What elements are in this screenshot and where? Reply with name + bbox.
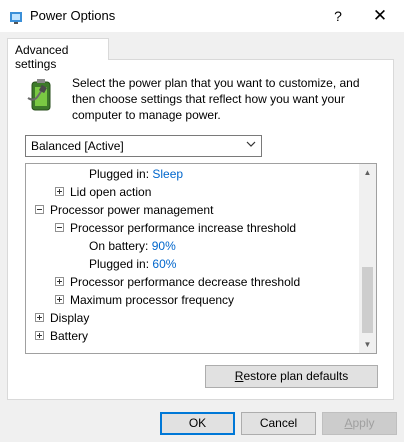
expand-icon[interactable]	[55, 187, 64, 197]
scrollbar-thumb[interactable]	[362, 267, 373, 333]
tab-label: Advanced settings	[15, 43, 69, 71]
window-title: Power Options	[30, 8, 116, 23]
title-bar: Power Options ? ✕	[0, 0, 404, 32]
tree-row-lid-plugged-in[interactable]: Plugged in: Sleep	[89, 165, 183, 183]
setting-value-link[interactable]: 90%	[152, 239, 176, 253]
tree-row-display[interactable]: Display	[35, 309, 89, 327]
setting-label: Plugged in:	[89, 167, 150, 181]
battery-plug-icon	[27, 79, 51, 111]
scroll-down-icon[interactable]: ▼	[359, 336, 376, 353]
power-plan-select[interactable]: Balanced [Active]	[25, 135, 262, 157]
button-label: pply	[352, 416, 375, 430]
restore-plan-defaults-button[interactable]: Restore plan defaults	[205, 365, 378, 388]
power-plan-selected: Balanced [Active]	[31, 139, 124, 153]
settings-tree[interactable]: Plugged in: Sleep Lid open action Proces…	[25, 163, 377, 354]
expand-icon[interactable]	[55, 295, 64, 305]
vertical-scrollbar[interactable]: ▲ ▼	[359, 164, 376, 353]
access-key: A	[344, 416, 353, 430]
setting-label: On battery:	[89, 239, 149, 253]
collapse-icon[interactable]	[35, 205, 44, 215]
tab-advanced-settings[interactable]: Advanced settings	[7, 38, 109, 71]
tree-row-processor-power[interactable]: Processor power management	[35, 201, 213, 219]
button-label: estore plan defaults	[243, 369, 349, 383]
tree-label: Processor power management	[50, 203, 214, 217]
tree-row-on-battery[interactable]: On battery: 90%	[89, 237, 176, 255]
power-options-icon	[10, 12, 22, 24]
tree-row-perf-increase[interactable]: Processor performance increase threshold	[55, 219, 296, 237]
tree-label: Processor performance increase threshold	[70, 221, 297, 235]
tree-row-max-frequency[interactable]: Maximum processor frequency	[55, 291, 234, 309]
expand-icon[interactable]	[35, 313, 44, 323]
tree-row-lid-open-action[interactable]: Lid open action	[55, 183, 151, 201]
tree-label: Display	[50, 311, 90, 325]
setting-value-link[interactable]: Sleep	[152, 167, 183, 181]
cancel-button[interactable]: Cancel	[241, 412, 316, 435]
expand-icon[interactable]	[35, 331, 44, 341]
chevron-down-icon	[246, 141, 256, 147]
tree-label: Battery	[50, 329, 89, 343]
expand-icon[interactable]	[55, 277, 64, 287]
collapse-icon[interactable]	[55, 223, 64, 233]
tree-label: Lid open action	[70, 185, 152, 199]
tree-row-plugged-in[interactable]: Plugged in: 60%	[89, 255, 176, 273]
ok-button[interactable]: OK	[160, 412, 235, 435]
plan-description: Select the power plan that you want to c…	[72, 76, 360, 122]
apply-button[interactable]: Apply	[322, 412, 397, 435]
tree-row-perf-decrease[interactable]: Processor performance decrease threshold	[55, 273, 300, 291]
close-button[interactable]: ✕	[368, 5, 392, 27]
tree-label: Maximum processor frequency	[70, 293, 235, 307]
tree-row-battery[interactable]: Battery	[35, 327, 88, 345]
help-button[interactable]: ?	[326, 5, 350, 27]
setting-value-link[interactable]: 60%	[152, 257, 176, 271]
setting-label: Plugged in:	[89, 257, 150, 271]
tree-label: Processor performance decrease threshold	[70, 275, 301, 289]
scroll-up-icon[interactable]: ▲	[359, 164, 376, 181]
